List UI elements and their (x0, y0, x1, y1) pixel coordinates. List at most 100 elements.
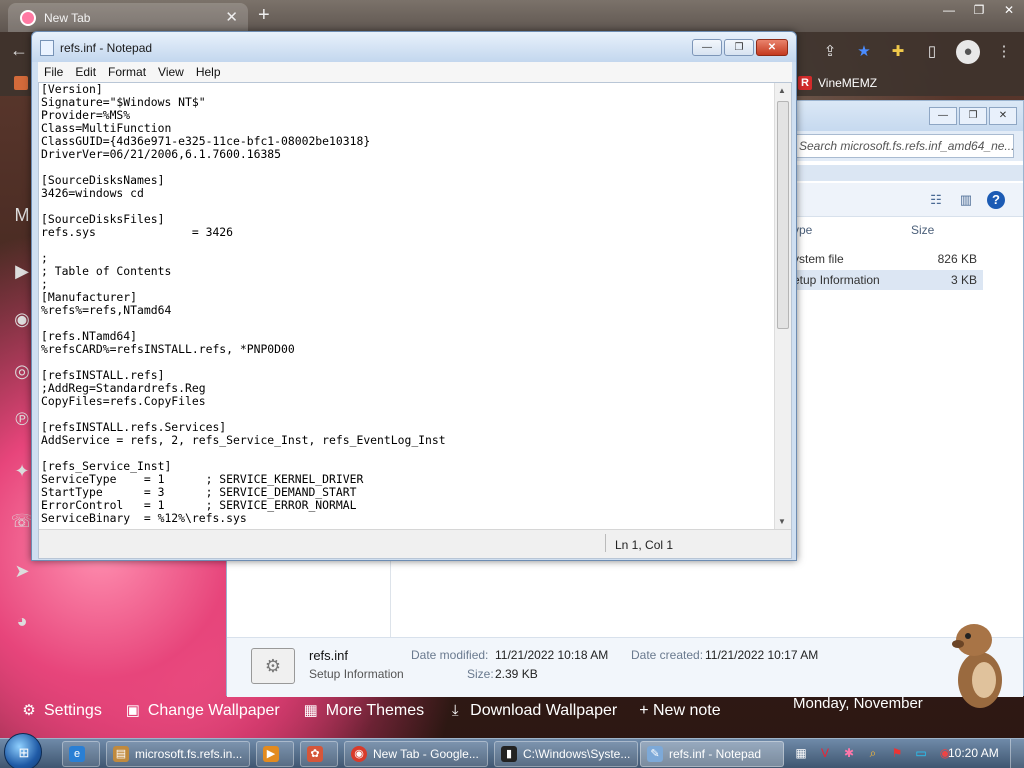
browser-tab-new-tab[interactable]: New Tab ✕ (8, 3, 248, 32)
notepad-app-icon (40, 40, 54, 56)
new-note-label: + New note (639, 702, 721, 719)
details-created-label: Date created: (631, 648, 704, 662)
maximize-icon[interactable]: ❐ (724, 39, 754, 56)
file-row[interactable]: ystem file 826 KB (793, 249, 983, 269)
details-file-name: refs.inf (309, 648, 349, 663)
groundhog-mascot-image (952, 624, 1002, 708)
show-desktop-button[interactable] (1010, 739, 1024, 768)
browser-tab-strip: New Tab ✕ + — ❐ ✕ (0, 0, 1024, 32)
file-size: 3 KB (950, 273, 977, 287)
tray-v-icon[interactable]: V (816, 744, 834, 762)
grid-icon: ▦ (303, 702, 318, 719)
start-button[interactable]: ⊞ (4, 733, 42, 768)
chrome-icon: ◉ (351, 746, 367, 762)
taskbar-clock[interactable]: 10:20 AM (948, 746, 999, 760)
profile-avatar-icon[interactable]: ● (956, 40, 980, 64)
tray-search-icon[interactable]: ⌕ (864, 744, 882, 762)
taskbar-ie[interactable]: e (62, 741, 100, 767)
status-separator (605, 534, 606, 552)
bookmark-star-icon[interactable]: ★ (854, 42, 874, 62)
view-options-icon[interactable]: ☷ (927, 191, 945, 209)
minimize-icon[interactable]: — (934, 0, 964, 20)
taskbar-chrome[interactable]: ◉ New Tab - Google... (344, 741, 488, 767)
notepad-icon: ✎ (647, 746, 663, 762)
help-icon[interactable]: ? (987, 191, 1005, 209)
menu-edit[interactable]: Edit (69, 62, 102, 82)
settings-link[interactable]: ⚙ Settings (20, 702, 102, 720)
change-wallpaper-label: Change Wallpaper (147, 702, 280, 719)
explorer-column-headers: ype Size (793, 219, 983, 241)
vertical-scrollbar[interactable]: ▲ ▼ (774, 83, 791, 529)
vinememz-icon: R (798, 76, 812, 90)
details-size-value: 2.39 KB (495, 667, 538, 681)
taskbar-item-label: C:\Windows\Syste... (523, 747, 631, 761)
notepad-titlebar[interactable]: refs.inf - Notepad (32, 32, 796, 62)
preview-pane-icon[interactable]: ▥ (957, 191, 975, 209)
taskbar-media[interactable]: ▶ (256, 741, 294, 767)
window-title: refs.inf - Notepad (60, 41, 153, 55)
menu-file[interactable]: File (38, 62, 69, 82)
explorer-search-input[interactable]: Search microsoft.fs.refs.inf_amd64_ne... (792, 134, 1014, 158)
notepad-window-controls: — ❐ ✕ (692, 39, 788, 56)
scroll-down-icon[interactable]: ▼ (778, 517, 786, 526)
side-panel-icon[interactable]: ▯ (922, 42, 942, 62)
close-icon[interactable]: ✕ (989, 107, 1017, 125)
more-themes-label: More Themes (325, 702, 425, 719)
taskbar-notepad[interactable]: ✎ refs.inf - Notepad (640, 741, 784, 767)
share-icon[interactable]: ⇪ (820, 42, 840, 62)
close-icon[interactable]: ✕ (756, 39, 788, 56)
reddit-shortcut-icon[interactable]: ◕ (4, 606, 40, 636)
column-size[interactable]: Size (911, 223, 934, 237)
ntp-date-text: Monday, November (793, 695, 923, 712)
settings-label: Settings (44, 702, 102, 719)
tray-display-icon[interactable]: ▭ (912, 744, 930, 762)
new-tab-button[interactable]: + (258, 4, 270, 27)
new-note-link[interactable]: + New note (639, 702, 720, 720)
back-arrow-icon[interactable]: ← (10, 40, 28, 61)
notepad-statusbar: Ln 1, Col 1 (39, 529, 791, 558)
maximize-icon[interactable]: ❐ (959, 107, 987, 125)
setup-file-icon: ⚙ (251, 648, 295, 684)
bookmark-vinememz[interactable]: R VineMEMZ (798, 76, 877, 90)
more-menu-icon[interactable]: ⋮ (994, 42, 1014, 62)
app-icon: ✿ (307, 746, 323, 762)
scroll-up-icon[interactable]: ▲ (778, 86, 786, 95)
scrollbar-thumb[interactable] (777, 101, 789, 329)
taskbar-app[interactable]: ✿ (300, 741, 338, 767)
command-prompt-icon: ▮ (501, 746, 517, 762)
taskbar-item-label: New Tab - Google... (373, 747, 479, 761)
details-size-label: Size: (467, 667, 494, 681)
bookmark-icon[interactable] (14, 76, 28, 90)
minimize-icon[interactable]: — (929, 107, 957, 125)
notepad-menubar: File Edit Format View Help (38, 62, 792, 82)
notepad-editor[interactable]: [Version] Signature="$Windows NT$" Provi… (38, 82, 792, 559)
tray-antivirus-icon[interactable]: ✱ (840, 744, 858, 762)
notepad-window: refs.inf - Notepad — ❐ ✕ File Edit Forma… (31, 31, 797, 561)
file-row-selected[interactable]: etup Information 3 KB (793, 270, 983, 290)
taskbar-explorer[interactable]: ▤ microsoft.fs.refs.in... (106, 741, 250, 767)
folder-icon: ▤ (113, 746, 129, 762)
image-icon: ▣ (125, 702, 140, 719)
file-content-text[interactable]: [Version] Signature="$Windows NT$" Provi… (41, 83, 771, 527)
close-icon[interactable]: ✕ (994, 0, 1024, 20)
menu-help[interactable]: Help (190, 62, 227, 82)
menu-format[interactable]: Format (102, 62, 152, 82)
internet-explorer-icon: e (69, 746, 85, 762)
minimize-icon[interactable]: — (692, 39, 722, 56)
taskbar-item-label: microsoft.fs.refs.in... (135, 747, 243, 761)
windows-taskbar: ⊞ e ▤ microsoft.fs.refs.in... ▶ ✿ ◉ New … (0, 733, 1024, 768)
download-wallpaper-link[interactable]: ⤓ Download Wallpaper (446, 702, 617, 720)
close-tab-icon[interactable]: ✕ (225, 8, 238, 26)
taskbar-cmd[interactable]: ▮ C:\Windows\Syste... (494, 741, 638, 767)
tray-icon[interactable]: ▦ (792, 744, 810, 762)
menu-view[interactable]: View (152, 62, 190, 82)
details-created-value: 11/21/2022 10:17 AM (705, 648, 819, 662)
change-wallpaper-link[interactable]: ▣ Change Wallpaper (124, 702, 280, 720)
toolbar-icons: ⇪ ★ ✚ ▯ ● ⋮ (820, 40, 1014, 64)
more-themes-link[interactable]: ▦ More Themes (302, 702, 425, 720)
extensions-icon[interactable]: ✚ (888, 42, 908, 62)
cursor-position: Ln 1, Col 1 (615, 538, 674, 552)
details-modified-value: 11/21/2022 10:18 AM (495, 648, 609, 662)
tray-flag-icon[interactable]: ⚑ (888, 744, 906, 762)
restore-icon[interactable]: ❐ (964, 0, 994, 20)
